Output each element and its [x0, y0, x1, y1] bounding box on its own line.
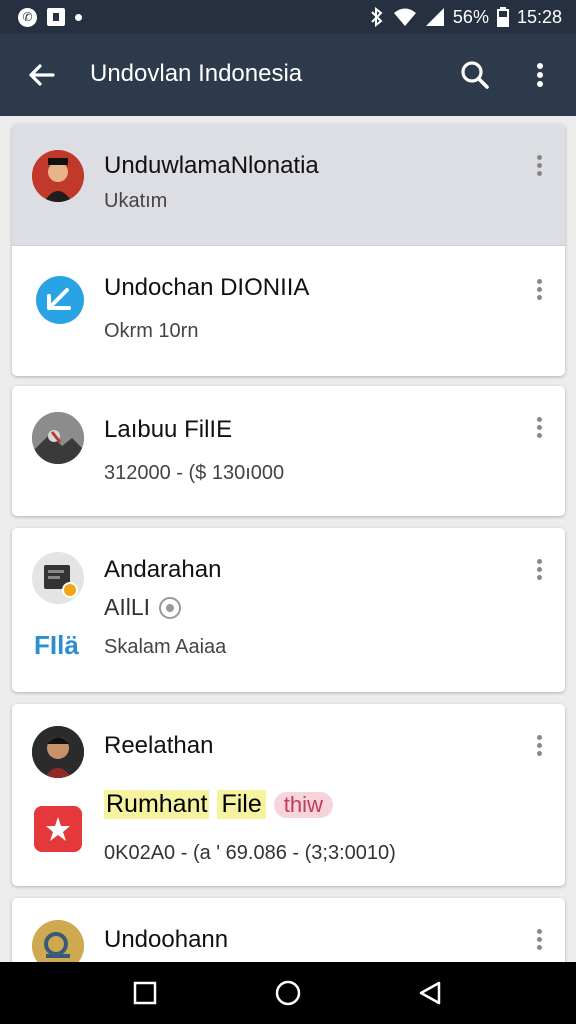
- landscape-thumbnail: [32, 412, 84, 464]
- status-right: 56% 15:28: [369, 5, 562, 29]
- download-list: UnduwlamaNlonatia Ukatım Undochan DIONII…: [0, 116, 576, 962]
- home-circle-icon[interactable]: [273, 978, 303, 1008]
- item-title: Andarahan: [104, 556, 222, 583]
- notification-dot-icon: [75, 13, 82, 21]
- list-item[interactable]: UnduwlamaNlonatia Ukatım: [12, 124, 565, 245]
- item-overflow-icon[interactable]: [529, 556, 549, 586]
- item-overflow-icon[interactable]: [529, 926, 549, 956]
- app-bar: Undovlan Indonesia: [0, 34, 576, 116]
- tag-pink: thiw: [273, 791, 333, 818]
- item-title: Undoohann: [104, 926, 229, 953]
- signal-icon: [425, 8, 444, 26]
- search-icon[interactable]: [456, 56, 494, 94]
- download-app-icon: [34, 274, 86, 326]
- whatsapp-icon: ✆: [18, 7, 37, 27]
- tag-highlight: Rumhant: [104, 790, 210, 819]
- bluetooth-icon: [371, 7, 383, 27]
- item-title: Undochan DIONIIA: [104, 274, 310, 301]
- back-triangle-icon[interactable]: [415, 978, 445, 1008]
- item-subtitle: 312000 - ($ 130ı000: [104, 462, 285, 484]
- app-label: FIlä: [34, 630, 79, 660]
- list-item[interactable]: Laıbuu FilIE 312000 - ($ 130ı000: [12, 386, 565, 516]
- status-bar: ✆ 56% 15:28: [0, 0, 576, 34]
- list-item[interactable]: Reelathan Rumhant File thiw 0K02A0 - (a …: [12, 704, 565, 886]
- item-title: UnduwlamaNlonatia: [104, 152, 319, 179]
- red-app-icon: [34, 806, 82, 852]
- list-item[interactable]: Andarahan AIlLI FIlä Skalam Aaiaa: [12, 528, 565, 692]
- overflow-menu-icon[interactable]: [522, 56, 558, 94]
- item-overflow-icon[interactable]: [529, 152, 549, 182]
- item-overflow-icon[interactable]: [529, 276, 549, 306]
- list-card: UnduwlamaNlonatia Ukatım Undochan DIONII…: [12, 124, 565, 376]
- battery-icon: [496, 7, 509, 27]
- battery-percent: 56%: [452, 6, 489, 27]
- item-subtitle: 0K02A0 - (a ' 69.086 - (3;3:0010): [104, 842, 396, 864]
- list-card: Reelathan Rumhant File thiw 0K02A0 - (a …: [12, 704, 565, 886]
- person-avatar: [32, 150, 84, 202]
- app-bar-title: Undovlan Indonesia: [90, 60, 303, 87]
- item-subtitle-2: Skalam Aaiaa: [104, 636, 227, 658]
- app-icon: [32, 920, 84, 962]
- list-card: Undoohann: [12, 898, 565, 962]
- list-card: Andarahan AIlLI FIlä Skalam Aaiaa: [12, 528, 565, 692]
- item-overflow-icon[interactable]: [529, 414, 549, 444]
- info-circle-icon: [159, 597, 181, 619]
- item-title: Laıbuu FilIE: [104, 416, 233, 443]
- app-icon: [32, 552, 84, 604]
- status-left-icons: ✆: [18, 7, 82, 27]
- tag-file: File: [217, 790, 266, 819]
- navigation-bar: [0, 962, 576, 1024]
- item-subtitle: Ukatım: [104, 190, 168, 212]
- tag-row: Rumhant File thiw: [104, 790, 333, 819]
- item-overflow-icon[interactable]: [529, 732, 549, 762]
- item-title: Reelathan: [104, 732, 214, 759]
- list-item[interactable]: Undoohann: [12, 898, 565, 962]
- gallery-icon: [47, 8, 65, 26]
- clock: 15:28: [516, 6, 562, 27]
- list-card: Laıbuu FilIE 312000 - ($ 130ı000: [12, 386, 565, 516]
- item-subtitle: AIlLI: [104, 594, 151, 620]
- list-item[interactable]: Undochan DIONIIA Okrm 10rn: [12, 246, 565, 376]
- back-arrow-icon[interactable]: [22, 56, 60, 94]
- item-subtitle: Okrm 10rn: [104, 320, 199, 342]
- wifi-icon: [393, 8, 416, 26]
- person-avatar: [32, 726, 84, 778]
- recents-square-icon[interactable]: [130, 978, 160, 1008]
